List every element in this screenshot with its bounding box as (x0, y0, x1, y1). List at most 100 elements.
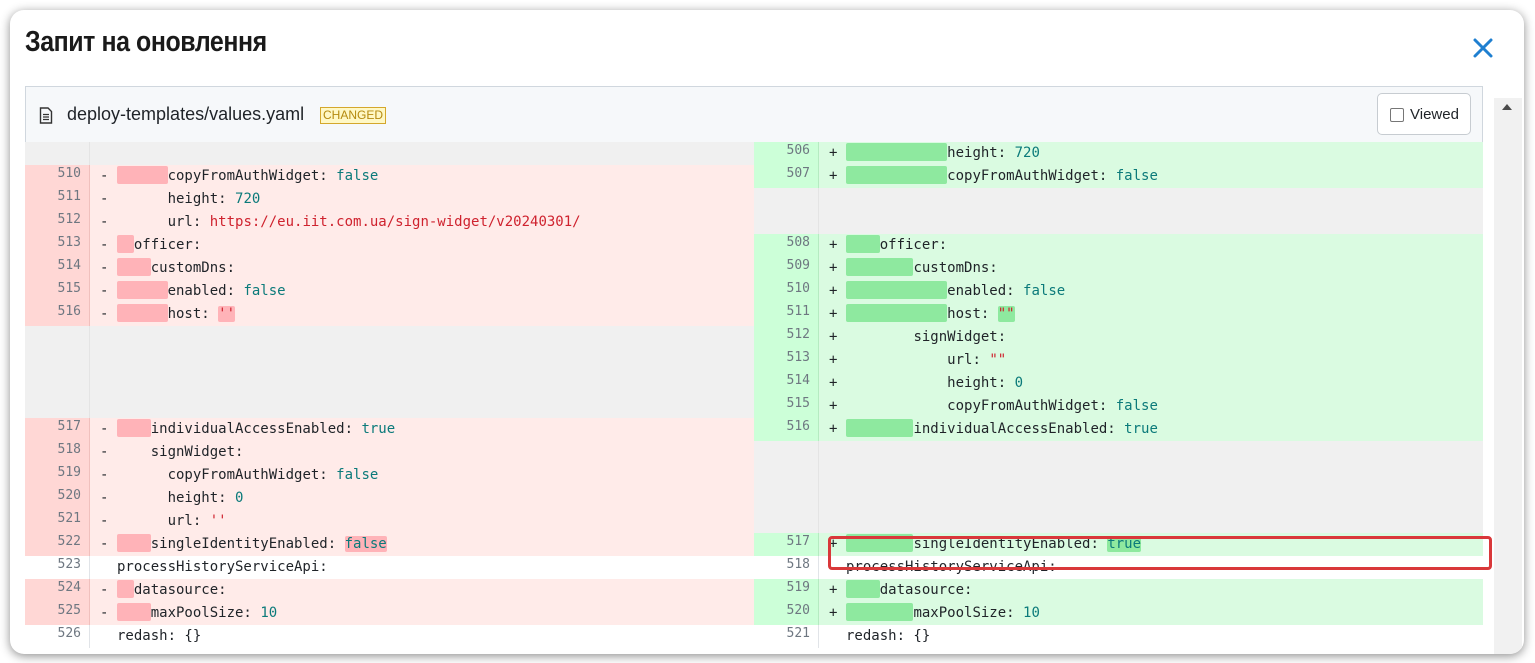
diff-sign: - (100, 283, 109, 299)
code-key: enabled: (167, 283, 236, 299)
line-number-empty (754, 441, 819, 464)
right-line: 515 + copyFromAuthWidget: false (754, 395, 1483, 418)
code-line: singleIdentityEnabled: true (846, 533, 1142, 556)
code-line: enabled: false (846, 280, 1065, 303)
code-key: individualAccessEnabled: (150, 421, 354, 437)
code-key: enabled: (947, 283, 1015, 299)
left-line (25, 395, 754, 418)
code-key: url: (167, 214, 202, 230)
left-line (25, 372, 754, 395)
left-line: 511- height: 720 (25, 188, 754, 211)
line-number: 506 (754, 142, 819, 165)
diff-sign: - (100, 237, 109, 253)
line-number: 509 (754, 257, 819, 280)
left-line: 524- datasource: (25, 579, 754, 602)
code-line: copyFromAuthWidget: false (117, 464, 379, 487)
file-name: deploy-templates/values.yaml (67, 104, 305, 124)
line-number: 526 (25, 625, 90, 648)
line-number: 515 (25, 280, 90, 303)
code-key: customDns: (150, 260, 236, 276)
diff-sign: - (100, 536, 109, 552)
viewed-checkbox[interactable] (1390, 108, 1404, 122)
whitespace-change (846, 603, 914, 621)
close-icon[interactable] (1472, 37, 1494, 59)
code-key: redash: {} (846, 628, 931, 644)
code-key: copyFromAuthWidget: (947, 168, 1108, 184)
diff-sign: + (829, 237, 838, 253)
code-value: 720 (1014, 145, 1040, 161)
code-line: processHistoryServiceApi: (117, 556, 328, 579)
line-number-empty (25, 395, 90, 418)
whitespace-change (117, 166, 168, 184)
line-number: 524 (25, 579, 90, 602)
code-line: customDns: (846, 257, 998, 280)
left-line (25, 326, 754, 349)
whitespace-change (117, 304, 168, 322)
modal-title: Запит на оновлення (25, 26, 267, 58)
line-number-empty (25, 326, 90, 349)
right-line: 518 processHistoryServiceApi: (754, 556, 1483, 579)
code-line: customDns: (117, 257, 235, 280)
line-number: 525 (25, 602, 90, 625)
code-line: url: '' (117, 510, 227, 533)
code-key: host: (947, 306, 990, 322)
code-value: 10 (260, 605, 278, 621)
line-number: 507 (754, 165, 819, 188)
diff-row: 521- url: '' (25, 510, 1483, 533)
line-number: 516 (25, 303, 90, 326)
line-number: 521 (754, 625, 819, 648)
line-number: 510 (754, 280, 819, 303)
whitespace-change (846, 580, 880, 598)
diff-sign: - (100, 490, 109, 506)
code-line: url: https://eu.iit.com.ua/sign-widget/v… (117, 211, 581, 234)
split-diff: 506 + height: 720 510- copyFromAuthWidget: f… (25, 142, 1483, 648)
left-line: 521- url: '' (25, 510, 754, 533)
code-key: signWidget: (150, 444, 244, 460)
code-value: 0 (1014, 375, 1024, 391)
viewed-toggle[interactable]: Viewed (1377, 93, 1471, 135)
line-number: 514 (754, 372, 819, 395)
code-key: customDns: (913, 260, 998, 276)
left-line (25, 349, 754, 372)
right-line: 508 + officer: (754, 234, 1483, 257)
whitespace-change (117, 534, 151, 552)
chevron-up-icon[interactable] (1502, 104, 1512, 110)
diff-row: 515 + copyFromAuthWidget: false (25, 395, 1483, 418)
line-number: 510 (25, 165, 90, 188)
line-number-empty (754, 510, 819, 533)
diff-row: 526 redash: {} 521 redash: {} (25, 625, 1483, 648)
whitespace-change (117, 419, 151, 437)
diff-row: 524- datasource: 519 + datasource: (25, 579, 1483, 602)
scrollbar[interactable] (1494, 98, 1522, 654)
left-line: 522- singleIdentityEnabled: false (25, 533, 754, 556)
left-line: 510- copyFromAuthWidget: false (25, 165, 754, 188)
diff-sign: + (829, 605, 838, 621)
diff-sign: + (829, 260, 838, 276)
code-value: "" (989, 352, 1007, 368)
diff-row: 522- singleIdentityEnabled: false 517 + sing… (25, 533, 1483, 556)
left-line: 515- enabled: false (25, 280, 754, 303)
code-value: false (1115, 398, 1158, 414)
code-line: officer: (117, 234, 201, 257)
diff-sign: - (100, 214, 109, 230)
line-number: 511 (754, 303, 819, 326)
line-number: 518 (25, 441, 90, 464)
line-number: 518 (754, 556, 819, 579)
code-line: officer: (846, 234, 947, 257)
diff-sign: - (100, 467, 109, 483)
code-key: redash: {} (117, 628, 202, 644)
code-line: individualAccessEnabled: true (117, 418, 395, 441)
code-value: false (336, 467, 379, 483)
diff-sign: + (829, 306, 838, 322)
code-key: url: (947, 352, 981, 368)
line-number: 521 (25, 510, 90, 533)
code-value: true (1124, 421, 1158, 437)
code-value: false (336, 168, 379, 184)
code-value: https://eu.iit.com.ua/sign-widget/v20240… (209, 214, 581, 230)
code-key: singleIdentityEnabled: (913, 536, 1099, 552)
diff-sign: + (829, 536, 838, 552)
code-key: individualAccessEnabled: (913, 421, 1116, 437)
left-line: 514- customDns: (25, 257, 754, 280)
right-line: 516 + individualAccessEnabled: true (754, 418, 1483, 441)
diff-row: 516- host: '' 511 + host: "" (25, 303, 1483, 326)
